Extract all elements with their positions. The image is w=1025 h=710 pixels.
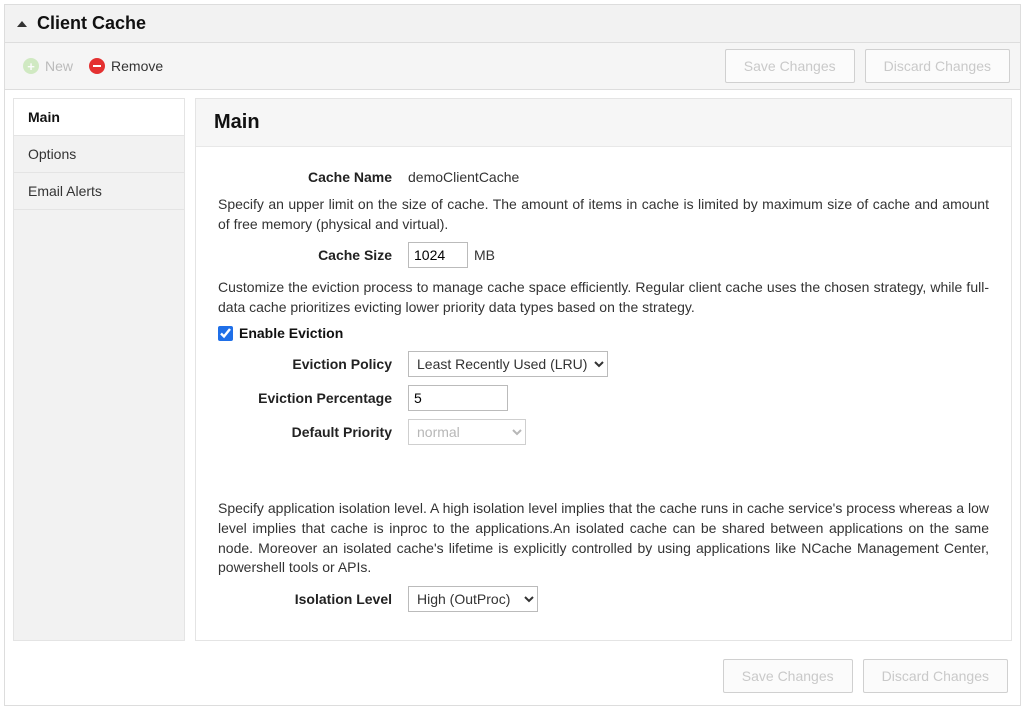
eviction-policy-label: Eviction Policy: [218, 356, 408, 372]
sidebar-tab-label: Main: [28, 109, 60, 125]
cache-name-value: demoClientCache: [408, 169, 519, 185]
client-cache-panel: Client Cache + New Remove Save Changes D…: [4, 4, 1021, 706]
cache-size-input[interactable]: [408, 242, 468, 268]
enable-eviction-checkbox[interactable]: [218, 326, 233, 341]
sidebar-tab-label: Email Alerts: [28, 183, 102, 199]
isolation-level-label: Isolation Level: [218, 591, 408, 607]
sidebar: Main Options Email Alerts: [13, 98, 185, 641]
default-priority-label: Default Priority: [218, 424, 408, 440]
isolation-level-select[interactable]: High (OutProc): [408, 586, 538, 612]
content: Main Cache Name demoClientCache Specify …: [195, 98, 1012, 641]
toolbar: + New Remove Save Changes Discard Change…: [5, 43, 1020, 90]
eviction-percentage-label: Eviction Percentage: [218, 390, 408, 406]
discard-changes-button-bottom[interactable]: Discard Changes: [863, 659, 1008, 693]
content-body: Cache Name demoClientCache Specify an up…: [196, 147, 1011, 640]
remove-button[interactable]: Remove: [81, 53, 171, 79]
panel-title: Client Cache: [37, 13, 146, 34]
isolation-description: Specify application isolation level. A h…: [218, 499, 989, 577]
cache-size-row: Cache Size MB: [218, 242, 989, 268]
eviction-policy-row: Eviction Policy Least Recently Used (LRU…: [218, 351, 989, 377]
default-priority-select: normal: [408, 419, 526, 445]
add-icon: +: [23, 58, 39, 74]
save-changes-button-top[interactable]: Save Changes: [725, 49, 855, 83]
panel-header: Client Cache: [5, 5, 1020, 43]
cache-size-description: Specify an upper limit on the size of ca…: [218, 195, 989, 234]
layout: Main Options Email Alerts Main Cache Nam…: [5, 90, 1020, 649]
content-title: Main: [214, 111, 993, 134]
cache-name-label: Cache Name: [218, 169, 408, 185]
cache-size-unit: MB: [474, 247, 495, 263]
enable-eviction-label: Enable Eviction: [239, 325, 343, 341]
eviction-percentage-row: Eviction Percentage: [218, 385, 989, 411]
default-priority-row: Default Priority normal: [218, 419, 989, 445]
eviction-policy-select[interactable]: Least Recently Used (LRU): [408, 351, 608, 377]
isolation-level-row: Isolation Level High (OutProc): [218, 586, 989, 612]
footer: Save Changes Discard Changes: [5, 649, 1020, 705]
eviction-description: Customize the eviction process to manage…: [218, 278, 989, 317]
remove-icon: [89, 58, 105, 74]
sidebar-tab-options[interactable]: Options: [14, 136, 184, 173]
collapse-chevron-up-icon[interactable]: [17, 21, 27, 27]
sidebar-tab-main[interactable]: Main: [14, 99, 184, 136]
eviction-percentage-input[interactable]: [408, 385, 508, 411]
discard-changes-button-top[interactable]: Discard Changes: [865, 49, 1010, 83]
enable-eviction-row: Enable Eviction: [218, 325, 989, 341]
cache-size-label: Cache Size: [218, 247, 408, 263]
sidebar-tab-label: Options: [28, 146, 76, 162]
cache-name-row: Cache Name demoClientCache: [218, 169, 989, 185]
sidebar-tab-email-alerts[interactable]: Email Alerts: [14, 173, 184, 210]
new-button: + New: [15, 53, 81, 79]
save-changes-button-bottom[interactable]: Save Changes: [723, 659, 853, 693]
new-button-label: New: [45, 58, 73, 74]
content-header: Main: [196, 99, 1011, 147]
remove-button-label: Remove: [111, 58, 163, 74]
